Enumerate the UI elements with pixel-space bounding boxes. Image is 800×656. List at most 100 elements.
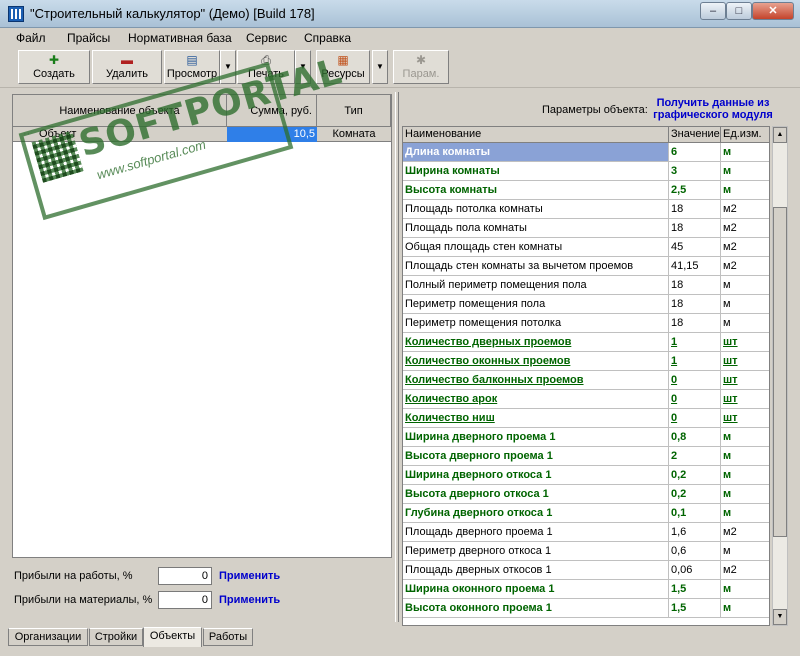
param-value-cell[interactable]: 2,5: [669, 181, 721, 199]
param-value-cell[interactable]: 0: [669, 390, 721, 408]
col-header-value[interactable]: Значение: [669, 127, 721, 143]
param-unit-cell: шт: [721, 333, 769, 351]
param-value-cell[interactable]: 0,06: [669, 561, 721, 579]
table-row[interactable]: Длина комнаты 6 м: [403, 143, 769, 162]
col-header-sum[interactable]: Сумма, руб.: [227, 95, 317, 127]
param-value-cell[interactable]: 18: [669, 295, 721, 313]
param-value-cell[interactable]: 0,2: [669, 466, 721, 484]
params-label: Парам.: [402, 68, 440, 80]
tab-works[interactable]: Работы: [203, 628, 253, 646]
table-row[interactable]: Количество балконных проемов 0 шт: [403, 371, 769, 390]
minimize-button[interactable]: –: [700, 2, 726, 20]
table-row[interactable]: Количество арок 0 шт: [403, 390, 769, 409]
maximize-button[interactable]: □: [726, 2, 752, 20]
close-button[interactable]: ✕: [752, 2, 794, 20]
preview-dropdown-arrow[interactable]: ▼: [220, 50, 236, 84]
menu-service[interactable]: Сервис: [246, 31, 287, 45]
apply-work-link[interactable]: Применить: [219, 570, 280, 582]
param-unit-cell: м: [721, 295, 769, 313]
table-row[interactable]: Площадь дверного проема 1 1,6 м2: [403, 523, 769, 542]
resources-dropdown-arrow[interactable]: ▼: [372, 50, 388, 84]
param-unit-cell: м: [721, 143, 769, 161]
table-row[interactable]: Площадь стен комнаты за вычетом проемов 4…: [403, 257, 769, 276]
scroll-thumb[interactable]: [773, 207, 787, 537]
param-value-cell[interactable]: 0: [669, 409, 721, 427]
col-header-type[interactable]: Тип: [317, 95, 391, 127]
col-header-name[interactable]: Наименование: [403, 127, 669, 143]
get-graphic-data-link[interactable]: Получить данные из графического модуля: [648, 97, 778, 121]
param-value-cell[interactable]: 18: [669, 276, 721, 294]
param-value-cell[interactable]: 18: [669, 314, 721, 332]
table-row[interactable]: Глубина дверного откоса 1 0,1 м: [403, 504, 769, 523]
preview-button[interactable]: ▤ Просмотр: [164, 50, 220, 84]
scroll-up-icon[interactable]: ▲: [773, 127, 787, 143]
scroll-down-icon[interactable]: ▼: [773, 609, 787, 625]
col-header-unit[interactable]: Ед.изм.: [721, 127, 769, 143]
print-button[interactable]: ⎙ Печать: [237, 50, 295, 84]
table-row[interactable]: Высота дверного откоса 1 0,2 м: [403, 485, 769, 504]
param-unit-cell: м2: [721, 561, 769, 579]
table-row[interactable]: ·· Объект 10,5 Комната: [13, 127, 391, 142]
param-unit-cell: м2: [721, 219, 769, 237]
menu-norm-base[interactable]: Нормативная база: [128, 31, 232, 45]
table-row[interactable]: Ширина оконного проема 1 1,5 м: [403, 580, 769, 599]
parameters-grid: Наименование Значение Ед.изм. Длина комн…: [402, 126, 770, 626]
parameters-scrollbar[interactable]: ▲ ▼: [772, 126, 788, 626]
delete-button[interactable]: ▬ Удалить: [92, 50, 162, 84]
param-value-cell[interactable]: 1,5: [669, 599, 721, 617]
resources-button[interactable]: ▦ Ресурсы: [316, 50, 370, 84]
param-value-cell[interactable]: 6: [669, 143, 721, 161]
table-row[interactable]: Периметр помещения пола 18 м: [403, 295, 769, 314]
param-value-cell[interactable]: 0,8: [669, 428, 721, 446]
table-row[interactable]: Периметр дверного откоса 1 0,6 м: [403, 542, 769, 561]
table-row[interactable]: Периметр помещения потолка 18 м: [403, 314, 769, 333]
param-value-cell[interactable]: 1: [669, 352, 721, 370]
col-header-object-name[interactable]: Наименование объекта: [13, 95, 227, 127]
table-row[interactable]: Площадь потолка комнаты 18 м2: [403, 200, 769, 219]
table-row[interactable]: Площадь дверных откосов 1 0,06 м2: [403, 561, 769, 580]
table-row[interactable]: Количество ниш 0 шт: [403, 409, 769, 428]
profit-material-input[interactable]: 0: [158, 591, 212, 609]
param-name-cell: Количество балконных проемов: [403, 371, 669, 389]
tab-organizations[interactable]: Организации: [8, 628, 88, 646]
tab-construction-sites[interactable]: Стройки: [89, 628, 143, 646]
table-row[interactable]: Высота комнаты 2,5 м: [403, 181, 769, 200]
param-unit-cell: м: [721, 485, 769, 503]
param-unit-cell: м: [721, 276, 769, 294]
panel-splitter[interactable]: [395, 92, 399, 622]
table-row[interactable]: Высота дверного проема 12м: [403, 447, 769, 466]
param-value-cell[interactable]: 0,2: [669, 485, 721, 503]
print-dropdown-arrow[interactable]: ▼: [295, 50, 311, 84]
table-row[interactable]: Высота оконного проема 1 1,5 м: [403, 599, 769, 618]
tab-objects[interactable]: Объекты: [143, 627, 202, 647]
param-value-cell[interactable]: 0,6: [669, 542, 721, 560]
apply-material-link[interactable]: Применить: [219, 594, 280, 606]
menu-prices[interactable]: Прайсы: [67, 31, 110, 45]
table-row[interactable]: Ширина комнаты 3 м: [403, 162, 769, 181]
menu-file[interactable]: Файл: [16, 31, 46, 45]
param-value-cell[interactable]: 45: [669, 238, 721, 256]
menu-help[interactable]: Справка: [304, 31, 351, 45]
param-value-cell[interactable]: 41,15: [669, 257, 721, 275]
param-value-cell[interactable]: 0: [669, 371, 721, 389]
profit-work-input[interactable]: 0: [158, 567, 212, 585]
table-row[interactable]: Количество дверных проемов 1 шт: [403, 333, 769, 352]
table-row[interactable]: Общая площадь стен комнаты 45 м2: [403, 238, 769, 257]
table-row[interactable]: Количество оконных проемов 1 шт: [403, 352, 769, 371]
param-value-cell[interactable]: 0,1: [669, 504, 721, 522]
object-sum-cell[interactable]: 10,5: [227, 127, 317, 142]
create-button[interactable]: ✚ Создать: [18, 50, 90, 84]
param-value-cell[interactable]: 2: [669, 447, 721, 465]
table-row[interactable]: Полный периметр помещения пола 18 м: [403, 276, 769, 295]
table-row[interactable]: Площадь пола комнаты 18 м2: [403, 219, 769, 238]
params-button[interactable]: ✱ Парам.: [393, 50, 449, 84]
param-value-cell[interactable]: 18: [669, 219, 721, 237]
table-row[interactable]: Ширина дверного проема 1 0,8 м: [403, 428, 769, 447]
param-value-cell[interactable]: 1,5: [669, 580, 721, 598]
resources-label: Ресурсы: [321, 68, 365, 80]
param-value-cell[interactable]: 1: [669, 333, 721, 351]
param-value-cell[interactable]: 3: [669, 162, 721, 180]
table-row[interactable]: Ширина дверного откоса 1 0,2 м: [403, 466, 769, 485]
param-value-cell[interactable]: 18: [669, 200, 721, 218]
param-value-cell[interactable]: 1,6: [669, 523, 721, 541]
